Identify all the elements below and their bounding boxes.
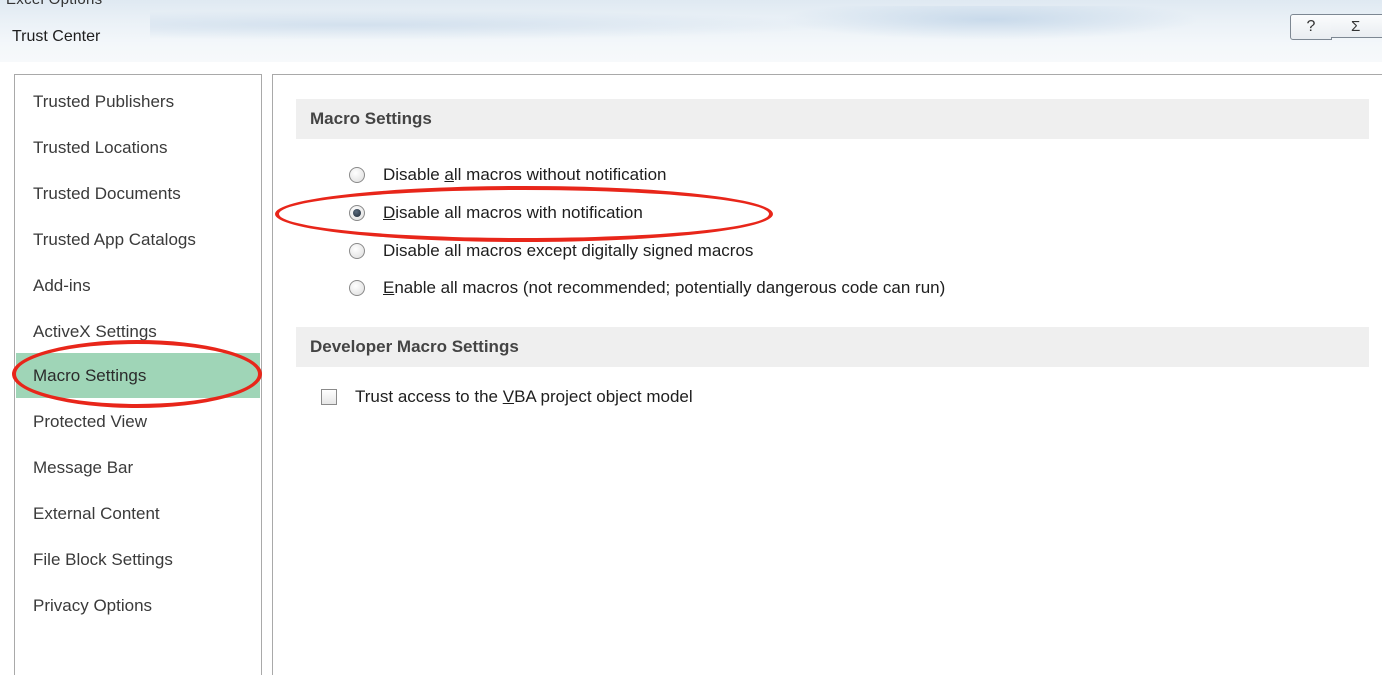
trust-vba-checkbox[interactable] — [321, 389, 337, 405]
radio-disable-except-signed[interactable]: Disable all macros except digitally sign… — [349, 239, 753, 263]
sidebar-item-external-content[interactable]: External Content — [33, 497, 160, 531]
option-label: Disable all macros except digitally sign… — [383, 241, 754, 260]
radio-disable-without-notification[interactable]: Disable all macros without notification — [349, 163, 666, 187]
sidebar-item-protected-view[interactable]: Protected View — [33, 405, 147, 439]
dialog-title: Trust Center — [12, 28, 101, 45]
sidebar-item-trusted-publishers[interactable]: Trusted Publishers — [33, 85, 174, 119]
checkbox-label: Trust access to the VBA project object m… — [355, 387, 693, 406]
option-label: Disable all macros with notification — [383, 203, 643, 222]
radio-button[interactable] — [349, 280, 365, 296]
radio-button-checked[interactable] — [349, 205, 365, 221]
settings-panel: Macro Settings Disable all macros withou… — [272, 74, 1382, 675]
help-button[interactable]: ? — [1290, 14, 1332, 40]
close-button[interactable]: Σ — [1331, 14, 1382, 38]
sidebar-item-trusted-locations[interactable]: Trusted Locations — [33, 131, 168, 165]
sidebar-item-message-bar[interactable]: Message Bar — [33, 451, 133, 485]
sidebar-item-file-block-settings[interactable]: File Block Settings — [33, 543, 173, 577]
radio-disable-with-notification[interactable]: Disable all macros with notification — [349, 201, 643, 225]
background-blur — [150, 10, 850, 40]
radio-button[interactable] — [349, 167, 365, 183]
close-icon: Σ — [1351, 18, 1361, 35]
sidebar-item-trusted-documents[interactable]: Trusted Documents — [33, 177, 181, 211]
help-icon: ? — [1306, 18, 1316, 35]
option-label: Disable all macros without notification — [383, 165, 667, 184]
background-blur — [780, 6, 1200, 40]
sidebar-item-add-ins[interactable]: Add-ins — [33, 269, 91, 303]
sidebar-item-privacy-options[interactable]: Privacy Options — [33, 589, 152, 623]
sidebar-item-macro-settings[interactable]: Macro Settings — [16, 353, 260, 398]
developer-macro-settings-header: Developer Macro Settings — [296, 327, 1369, 367]
macro-settings-header: Macro Settings — [296, 99, 1369, 139]
dialog-body: Trusted Publishers Trusted Locations Tru… — [0, 62, 1382, 675]
option-label: Enable all macros (not recommended; pote… — [383, 278, 946, 297]
sidebar-nav: Trusted Publishers Trusted Locations Tru… — [14, 74, 262, 675]
sidebar-item-activex-settings[interactable]: ActiveX Settings — [33, 315, 157, 349]
sidebar-item-trusted-app-catalogs[interactable]: Trusted App Catalogs — [33, 223, 196, 257]
radio-button[interactable] — [349, 243, 365, 259]
trust-vba-checkbox-row[interactable]: Trust access to the VBA project object m… — [321, 385, 693, 409]
title-bar: Excel Options Trust Center ? Σ — [0, 0, 1382, 62]
parent-window-title: Excel Options — [6, 0, 102, 8]
radio-enable-all-macros[interactable]: Enable all macros (not recommended; pote… — [349, 276, 945, 300]
